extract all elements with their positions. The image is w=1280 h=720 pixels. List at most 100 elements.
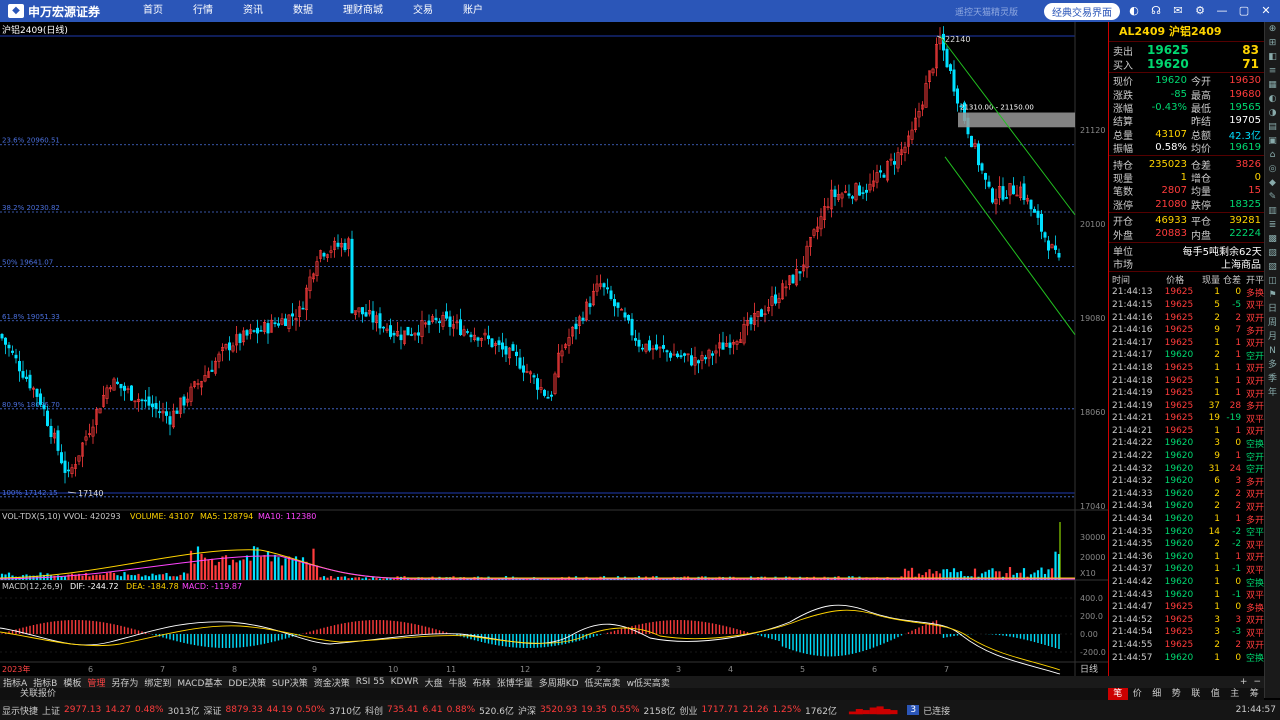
indicator-tab[interactable]: MACD基本 <box>174 676 225 689</box>
tool-strip-icon[interactable]: ▧ <box>1265 260 1280 274</box>
tool-strip-icon[interactable]: ▥ <box>1265 204 1280 218</box>
tool-strip-icon[interactable]: ◑ <box>1265 106 1280 120</box>
tick-row[interactable]: 21:44:37 19620 1 -1 双平 <box>1109 563 1264 576</box>
price-band[interactable] <box>958 112 1075 128</box>
tick-row[interactable]: 21:44:33 19620 2 2 双开 <box>1109 488 1264 501</box>
tool-strip-icon[interactable]: 多 <box>1265 358 1280 372</box>
tool-strip-icon[interactable]: ▩ <box>1265 232 1280 246</box>
indicator-tab[interactable]: 另存为 <box>108 676 141 689</box>
minimize-icon[interactable]: — <box>1214 3 1230 19</box>
indicator-tab[interactable]: 多周期KD <box>536 676 582 689</box>
tick-row[interactable]: 21:44:16 19625 2 2 双开 <box>1109 311 1264 325</box>
theme-icon[interactable]: ◐ <box>1126 3 1142 19</box>
quote-tab[interactable]: 势 <box>1167 688 1187 700</box>
indicator-tab[interactable]: 管理 <box>84 676 108 689</box>
indicator-tab[interactable]: RSI 55 <box>353 677 388 687</box>
tool-strip-icon[interactable]: ▣ <box>1265 134 1280 148</box>
tick-row[interactable]: 21:44:34 19620 2 2 双开 <box>1109 500 1264 513</box>
tick-row[interactable]: 21:44:22 19620 9 1 空开 <box>1109 450 1264 463</box>
tool-strip-icon[interactable]: 年 <box>1265 386 1280 400</box>
index-sh-label[interactable]: 上证 <box>42 704 60 717</box>
tick-row[interactable]: 21:44:32 19620 6 3 多开 <box>1109 475 1264 488</box>
classic-trade-button[interactable]: 经典交易界面 <box>1044 2 1120 20</box>
tool-strip-icon[interactable]: ◆ <box>1265 176 1280 190</box>
buy-price[interactable]: 19620 <box>1147 57 1207 71</box>
indicator-tab[interactable]: w低买高卖 <box>624 676 673 689</box>
tool-strip-icon[interactable]: 季 <box>1265 372 1280 386</box>
tool-strip-icon[interactable]: N <box>1265 344 1280 358</box>
tick-row[interactable]: 21:44:35 19620 2 -2 双平 <box>1109 538 1264 551</box>
tool-strip-icon[interactable]: ⊞ <box>1265 36 1280 50</box>
maximize-icon[interactable]: ▢ <box>1236 3 1252 19</box>
tool-strip-icon[interactable]: ≣ <box>1265 218 1280 232</box>
tool-strip-icon[interactable]: 周 <box>1265 316 1280 330</box>
indicator-tab[interactable]: 绑定到 <box>141 676 174 689</box>
indicator-tab[interactable]: DDE决策 <box>225 676 269 689</box>
quote-tab[interactable]: 细 <box>1147 688 1167 700</box>
tool-strip-icon[interactable]: ▦ <box>1265 78 1280 92</box>
mail-icon[interactable]: ✉ <box>1170 3 1186 19</box>
nav-data[interactable]: 数据 <box>278 0 328 22</box>
tick-row[interactable]: 21:44:52 19625 3 3 双开 <box>1109 614 1264 627</box>
tick-row[interactable]: 21:44:16 19625 9 7 多开 <box>1109 324 1264 337</box>
tool-strip-icon[interactable]: ⌂ <box>1265 148 1280 162</box>
tick-row[interactable]: 21:44:36 19620 1 1 双开 <box>1109 551 1264 564</box>
tick-row[interactable]: 21:44:13 19625 1 0 多换 <box>1109 286 1264 299</box>
indicator-tab[interactable]: 指标A <box>0 676 30 689</box>
indicator-tab[interactable]: 资金决策 <box>311 676 353 689</box>
tool-strip-icon[interactable]: ⊕ <box>1265 22 1280 36</box>
tick-row[interactable]: 21:44:17 19625 1 1 双开 <box>1109 336 1264 350</box>
tick-row[interactable]: 21:44:57 19620 1 0 空换 <box>1109 651 1264 665</box>
sell-price[interactable]: 19625 <box>1147 43 1207 57</box>
indicator-tab[interactable]: KDWR <box>388 677 422 687</box>
add-icon[interactable]: + <box>1237 677 1251 687</box>
tick-row[interactable]: 21:44:21 19625 19 -19 双平 <box>1109 412 1264 425</box>
period-label[interactable]: 日线 <box>1080 663 1098 675</box>
nav-home[interactable]: 首页 <box>128 0 178 22</box>
tick-row[interactable]: 21:44:34 19620 1 1 多开 <box>1109 513 1264 526</box>
nav-account[interactable]: 账户 <box>448 0 498 22</box>
tool-strip-icon[interactable]: ≡ <box>1265 64 1280 78</box>
show-shortcut[interactable]: 显示快捷 <box>2 704 38 717</box>
tick-row[interactable]: 21:44:15 19625 5 -5 双平 <box>1109 299 1264 312</box>
close-icon[interactable]: ✕ <box>1258 3 1274 19</box>
tick-row[interactable]: 21:44:19 19625 37 28 多开 <box>1109 399 1264 413</box>
quote-tab[interactable]: 筹 <box>1245 688 1265 700</box>
nav-trade[interactable]: 交易 <box>398 0 448 22</box>
indicator-tab[interactable]: SUP决策 <box>269 676 311 689</box>
tool-strip-icon[interactable]: ◫ <box>1265 274 1280 288</box>
indicator-tab[interactable]: 低买高卖 <box>582 676 624 689</box>
indicator-tab[interactable]: 指标B <box>30 676 60 689</box>
kline-chart-area[interactable]: 23.6% 20960.51 38.2% 20230.82 50% 19641.07… <box>0 22 1108 676</box>
indicator-tab[interactable]: 张博华量 <box>494 676 536 689</box>
tool-strip-icon[interactable]: ▨ <box>1265 246 1280 260</box>
index-sz-label[interactable]: 深证 <box>204 704 222 717</box>
tick-row[interactable]: 21:44:21 19625 1 1 双开 <box>1109 425 1264 438</box>
tool-strip-icon[interactable]: ▤ <box>1265 120 1280 134</box>
tool-strip-icon[interactable]: 月 <box>1265 330 1280 344</box>
related-quote-label[interactable]: 关联报价 <box>20 689 56 699</box>
tick-row[interactable]: 21:44:18 19625 1 1 双开 <box>1109 362 1264 375</box>
related-quote-bar[interactable]: 关联报价 <box>0 688 1264 700</box>
quote-tab[interactable]: 联 <box>1186 688 1206 700</box>
tick-list[interactable]: 21:44:13 19625 1 0 多换 21:44:15 19625 5 -5 双平 21:44… <box>1109 286 1264 664</box>
indicator-tab[interactable]: 布林 <box>470 676 494 689</box>
tool-strip-icon[interactable]: ◐ <box>1265 92 1280 106</box>
gear-icon[interactable]: ⚙ <box>1192 3 1208 19</box>
quote-tab[interactable]: 值 <box>1206 688 1226 700</box>
nav-finance-mall[interactable]: 理财商城 <box>328 0 398 22</box>
tick-row[interactable]: 21:44:43 19620 1 -1 双平 <box>1109 588 1264 602</box>
tool-strip-icon[interactable]: ✎ <box>1265 190 1280 204</box>
kline-chart-svg[interactable]: 23.6% 20960.51 38.2% 20230.82 50% 19641.07… <box>0 22 1108 676</box>
tick-row[interactable]: 21:44:54 19625 3 -3 双平 <box>1109 626 1264 639</box>
quote-tab[interactable]: 主 <box>1225 688 1245 700</box>
index-kc-label[interactable]: 科创 <box>365 704 383 717</box>
indicator-tab[interactable]: 模板 <box>60 676 84 689</box>
tool-strip-icon[interactable]: ◧ <box>1265 50 1280 64</box>
promo-text[interactable]: 遥控天猫精灵版 <box>955 5 1018 18</box>
tool-strip-icon[interactable]: ⚑ <box>1265 288 1280 302</box>
tick-row[interactable]: 21:44:32 19620 31 24 空开 <box>1109 462 1264 476</box>
index-hs-label[interactable]: 沪深 <box>518 704 536 717</box>
nav-news[interactable]: 资讯 <box>228 0 278 22</box>
quote-tab[interactable]: 价 <box>1128 688 1148 700</box>
